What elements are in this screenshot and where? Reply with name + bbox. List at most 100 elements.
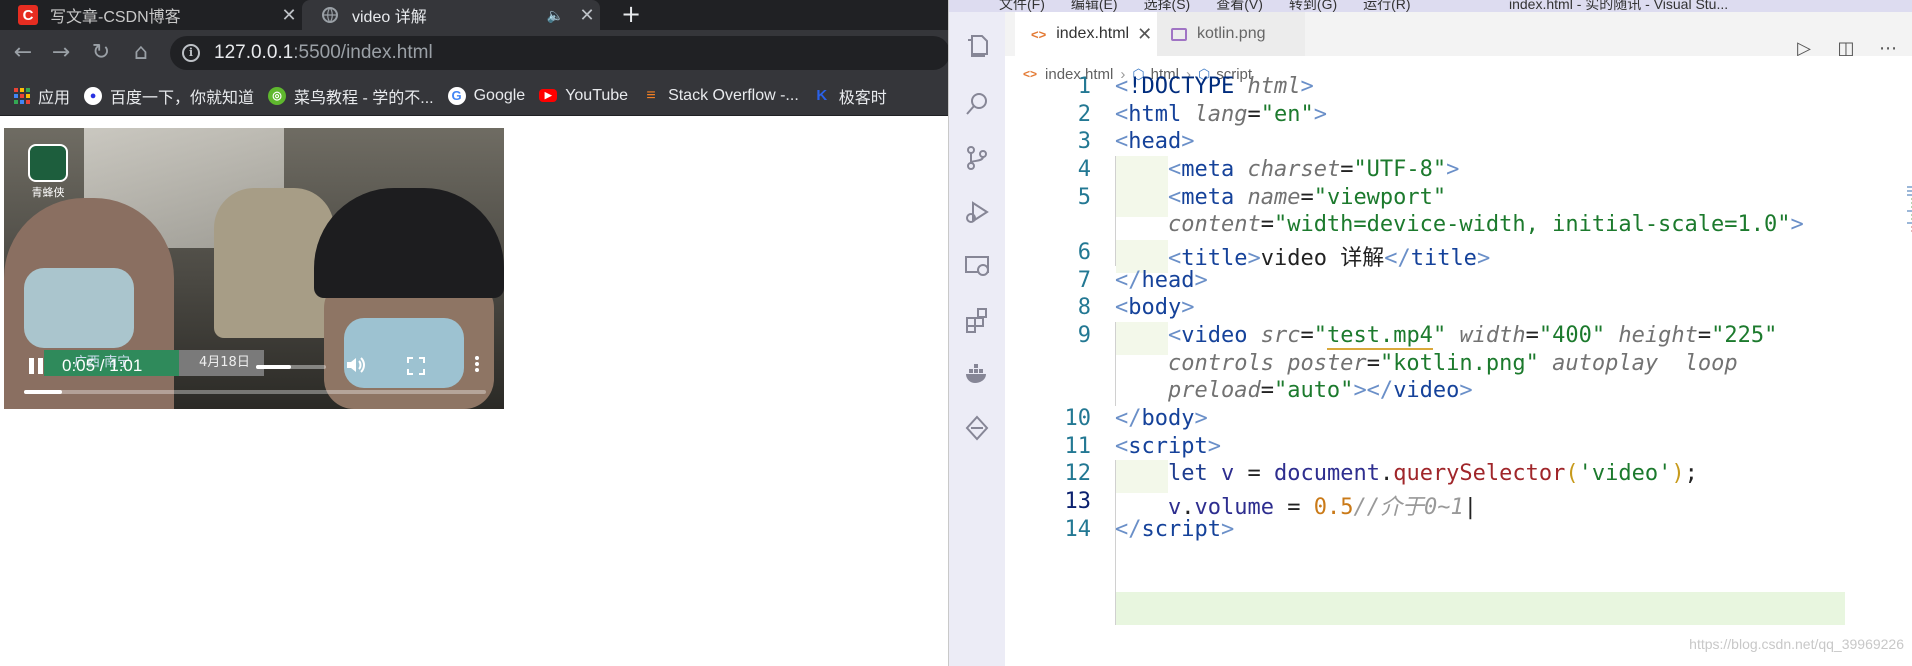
code-line: <script> bbox=[1115, 434, 1221, 459]
browser-tab-video[interactable]: video 详解 🔈 ✕ bbox=[302, 0, 600, 30]
vscode-titlebar: 文件(F) 编辑(E) 选择(S) 查看(V) 转到(G) 运行(R) inde… bbox=[949, 0, 1912, 12]
line-number: 10 bbox=[1064, 406, 1092, 431]
close-tab-icon[interactable]: ✕ bbox=[276, 5, 302, 26]
bookmark-label: 极客时 bbox=[838, 89, 887, 107]
html-file-icon: <> bbox=[1031, 26, 1047, 42]
new-tab-button[interactable]: + bbox=[614, 0, 648, 30]
site-info-icon[interactable]: i bbox=[182, 44, 200, 62]
menu-item-run[interactable]: 运行(R) bbox=[1363, 0, 1410, 12]
speaker-icon[interactable]: 🔈 bbox=[547, 7, 564, 24]
code-line: </script> bbox=[1115, 517, 1235, 542]
extensions-icon[interactable] bbox=[963, 306, 991, 334]
tab-title: video 详解 bbox=[352, 9, 427, 26]
line-number: 2 bbox=[1077, 102, 1091, 127]
menu-item-edit[interactable]: 编辑(E) bbox=[1071, 0, 1118, 12]
close-icon[interactable]: ✕ bbox=[1137, 24, 1152, 45]
baidu-icon: ● bbox=[84, 86, 103, 105]
back-arrow-icon[interactable]: ← bbox=[8, 38, 38, 68]
window-title: index.html - 实的随讯 - Visual Stu... bbox=[1509, 0, 1729, 12]
bookmark-label: Stack Overflow -... bbox=[668, 86, 799, 104]
line-number: 12 bbox=[1064, 461, 1092, 486]
code-line: controls poster="kotlin.png" autoplay lo… bbox=[1167, 351, 1738, 376]
tag-icon[interactable] bbox=[963, 414, 991, 442]
line-number: 6 bbox=[1077, 240, 1091, 265]
activity-bar bbox=[949, 12, 1005, 666]
browser-tab-strip: C 写文章-CSDN博客 ✕ video 详解 🔈 ✕ + bbox=[0, 0, 948, 30]
editor-tabs: <> index.html ✕ kotlin.png ▷ ◫ ⋯ bbox=[1005, 12, 1912, 59]
volume-slider[interactable] bbox=[256, 365, 326, 369]
pause-icon[interactable] bbox=[26, 356, 46, 376]
bookmark-google[interactable]: G Google bbox=[447, 86, 525, 105]
bookmark-youtube[interactable]: ▶ YouTube bbox=[539, 87, 628, 105]
menu-bar: 文件(F) 编辑(E) 选择(S) 查看(V) 转到(G) 运行(R) bbox=[999, 0, 1437, 12]
code-line: <meta charset="UTF-8"> bbox=[1167, 157, 1460, 182]
browser-window: C 写文章-CSDN博客 ✕ video 详解 🔈 ✕ + ← → ↻ ⌂ i … bbox=[0, 0, 950, 666]
line-number: 1 bbox=[1077, 74, 1091, 99]
reload-icon[interactable]: ↻ bbox=[86, 38, 116, 68]
bookmark-runoob[interactable]: ◎ 菜鸟教程 - 学的不... bbox=[268, 84, 434, 108]
line-number: 11 bbox=[1064, 434, 1092, 459]
tab-index-html[interactable]: <> index.html ✕ bbox=[1015, 12, 1157, 56]
menu-item-go[interactable]: 转到(G) bbox=[1289, 0, 1337, 12]
menu-item-view[interactable]: 查看(V) bbox=[1216, 0, 1263, 12]
csdn-icon: C bbox=[18, 5, 38, 25]
video-player[interactable]: 青蜂侠 广西 南宁 4月18日 0:05 / 1:01 bbox=[4, 128, 504, 409]
source-control-icon[interactable] bbox=[963, 144, 991, 172]
watermark: https://blog.csdn.net/qq_39969226 bbox=[1689, 636, 1904, 652]
docker-icon[interactable] bbox=[963, 360, 991, 388]
bookmark-apps[interactable]: 应用 bbox=[14, 84, 70, 108]
tab-label: index.html bbox=[1056, 25, 1130, 42]
more-options-icon[interactable] bbox=[472, 354, 482, 378]
video-progress-bar[interactable] bbox=[24, 390, 486, 394]
bookmark-jike[interactable]: K 极客时 bbox=[813, 84, 887, 108]
globe-icon bbox=[320, 5, 340, 25]
line-number: 7 bbox=[1077, 268, 1091, 293]
code-line: <video src="test.mp4" width="400" height… bbox=[1167, 323, 1778, 350]
line-number: 9 bbox=[1077, 323, 1091, 348]
line-number: 8 bbox=[1077, 295, 1091, 320]
bookmark-label: 百度一下，你就知道 bbox=[110, 89, 255, 107]
code-line: content="width=device-width, initial-sca… bbox=[1167, 212, 1804, 237]
menu-item-file[interactable]: 文件(F) bbox=[999, 0, 1045, 12]
code-line: </head> bbox=[1115, 268, 1208, 293]
current-line-highlight bbox=[1115, 592, 1845, 625]
minimap[interactable] bbox=[1905, 184, 1912, 244]
tab-label: kotlin.png bbox=[1197, 25, 1266, 42]
close-tab-icon[interactable]: ✕ bbox=[574, 5, 600, 26]
video-watermark-logo: 青蜂侠 bbox=[28, 144, 68, 199]
menu-item-selection[interactable]: 选择(S) bbox=[1144, 0, 1191, 12]
volume-icon[interactable] bbox=[344, 354, 366, 378]
bookmark-label: 应用 bbox=[38, 89, 71, 107]
line-number: 14 bbox=[1064, 517, 1092, 542]
tab-kotlin-png[interactable]: kotlin.png bbox=[1157, 12, 1305, 56]
code-line: <!DOCTYPE html> bbox=[1115, 74, 1314, 99]
code-line: </body> bbox=[1115, 406, 1208, 431]
address-bar[interactable]: i 127.0.0.1:5500/index.html bbox=[170, 36, 950, 70]
search-icon[interactable] bbox=[963, 90, 991, 118]
tab-title: 写文章-CSDN博客 bbox=[50, 9, 181, 26]
code-line: <body> bbox=[1115, 295, 1195, 320]
remote-explorer-icon[interactable] bbox=[963, 252, 991, 280]
code-editor[interactable]: 1 2 3 4 5 6 7 8 9 10 11 12 13 14 <!DOCTYPE html> <htm… bbox=[1005, 74, 1912, 666]
run-debug-icon[interactable] bbox=[963, 198, 991, 226]
fullscreen-icon[interactable] bbox=[406, 356, 426, 376]
bookmark-stackoverflow[interactable]: ≡ Stack Overflow -... bbox=[642, 86, 799, 105]
explorer-icon[interactable] bbox=[963, 32, 991, 60]
browser-tab-csdn[interactable]: C 写文章-CSDN博客 ✕ bbox=[0, 0, 302, 30]
home-icon[interactable]: ⌂ bbox=[126, 38, 156, 68]
code-line: let v = document.querySelector('video'); bbox=[1167, 461, 1698, 486]
runoob-icon: ◎ bbox=[268, 86, 287, 105]
stackoverflow-icon: ≡ bbox=[646, 86, 656, 104]
bookmarks-bar: 应用 ● 百度一下，你就知道 ◎ 菜鸟教程 - 学的不... G Google … bbox=[0, 76, 948, 116]
line-number: 5 bbox=[1077, 185, 1091, 210]
google-icon: G bbox=[447, 86, 466, 105]
jike-icon: K bbox=[816, 87, 828, 104]
video-controls: 0:05 / 1:01 bbox=[4, 336, 504, 409]
image-file-icon bbox=[1171, 27, 1187, 41]
youtube-icon: ▶ bbox=[539, 89, 558, 102]
code-line: preload="auto"></video> bbox=[1167, 378, 1473, 403]
line-number: 13 bbox=[1064, 489, 1092, 514]
bookmark-baidu[interactable]: ● 百度一下，你就知道 bbox=[84, 84, 254, 108]
forward-arrow-icon[interactable]: → bbox=[46, 38, 76, 68]
line-number: 3 bbox=[1077, 129, 1091, 154]
